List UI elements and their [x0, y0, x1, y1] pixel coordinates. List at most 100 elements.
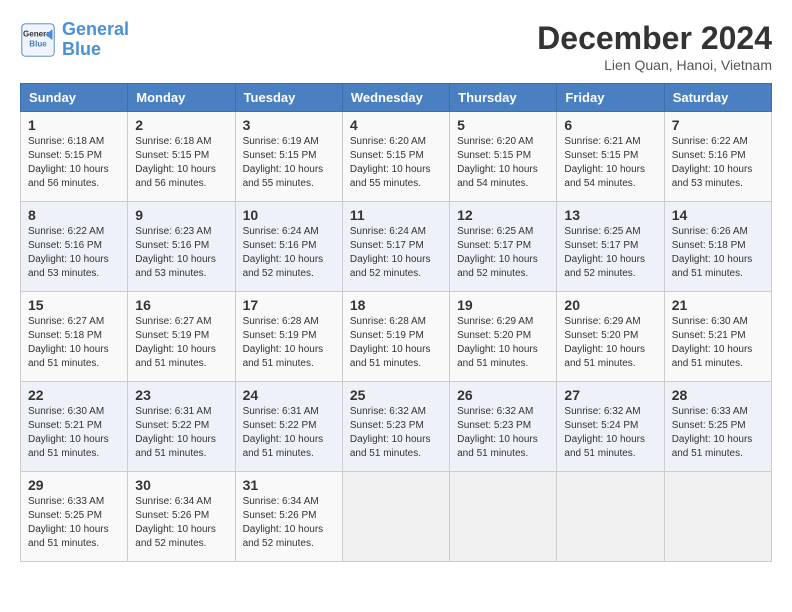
- calendar-day-cell: 13 Sunrise: 6:25 AM Sunset: 5:17 PM Dayli…: [557, 202, 664, 292]
- calendar-day-cell: 14 Sunrise: 6:26 AM Sunset: 5:18 PM Dayli…: [664, 202, 771, 292]
- day-number: 3: [243, 117, 335, 133]
- day-number: 13: [564, 207, 656, 223]
- day-number: 26: [457, 387, 549, 403]
- day-info: Sunrise: 6:20 AM Sunset: 5:15 PM Dayligh…: [457, 135, 549, 191]
- day-number: 31: [243, 477, 335, 493]
- day-number: 27: [564, 387, 656, 403]
- day-number: 21: [672, 297, 764, 313]
- day-number: 11: [350, 207, 442, 223]
- calendar-day-cell: 30 Sunrise: 6:34 AM Sunset: 5:26 PM Dayli…: [128, 472, 235, 562]
- day-number: 16: [135, 297, 227, 313]
- calendar-day-cell: 10 Sunrise: 6:24 AM Sunset: 5:16 PM Dayli…: [235, 202, 342, 292]
- header-saturday: Saturday: [664, 84, 771, 112]
- day-number: 10: [243, 207, 335, 223]
- day-info: Sunrise: 6:29 AM Sunset: 5:20 PM Dayligh…: [457, 315, 549, 371]
- day-number: 6: [564, 117, 656, 133]
- day-info: Sunrise: 6:28 AM Sunset: 5:19 PM Dayligh…: [243, 315, 335, 371]
- calendar-day-cell: 31 Sunrise: 6:34 AM Sunset: 5:26 PM Dayli…: [235, 472, 342, 562]
- calendar-day-cell: 20 Sunrise: 6:29 AM Sunset: 5:20 PM Dayli…: [557, 292, 664, 382]
- day-number: 7: [672, 117, 764, 133]
- logo-text: GeneralBlue: [62, 20, 129, 60]
- day-number: 8: [28, 207, 120, 223]
- calendar-day-cell: 7 Sunrise: 6:22 AM Sunset: 5:16 PM Daylig…: [664, 112, 771, 202]
- day-number: 29: [28, 477, 120, 493]
- page-header: General Blue GeneralBlue December 2024 L…: [20, 20, 772, 73]
- day-info: Sunrise: 6:24 AM Sunset: 5:17 PM Dayligh…: [350, 225, 442, 281]
- day-info: Sunrise: 6:20 AM Sunset: 5:15 PM Dayligh…: [350, 135, 442, 191]
- calendar-day-cell: 12Sunrise: 6:25 AM Sunset: 5:17 PM Dayli…: [450, 202, 557, 292]
- calendar-day-cell: 18Sunrise: 6:28 AM Sunset: 5:19 PM Dayli…: [342, 292, 449, 382]
- day-number: 5: [457, 117, 549, 133]
- header-sunday: Sunday: [21, 84, 128, 112]
- day-info: Sunrise: 6:18 AM Sunset: 5:15 PM Dayligh…: [28, 135, 120, 191]
- day-number: 17: [243, 297, 335, 313]
- day-number: 18: [350, 297, 442, 313]
- day-number: 20: [564, 297, 656, 313]
- calendar-day-cell: 17 Sunrise: 6:28 AM Sunset: 5:19 PM Dayli…: [235, 292, 342, 382]
- day-info: Sunrise: 6:32 AM Sunset: 5:24 PM Dayligh…: [564, 405, 656, 461]
- day-info: Sunrise: 6:25 AM Sunset: 5:17 PM Dayligh…: [457, 225, 549, 281]
- calendar-day-cell: [557, 472, 664, 562]
- day-info: Sunrise: 6:18 AM Sunset: 5:15 PM Dayligh…: [135, 135, 227, 191]
- calendar-day-cell: 1 Sunrise: 6:18 AM Sunset: 5:15 PM Daylig…: [21, 112, 128, 202]
- day-info: Sunrise: 6:27 AM Sunset: 5:19 PM Dayligh…: [135, 315, 227, 371]
- calendar-day-cell: [342, 472, 449, 562]
- day-number: 2: [135, 117, 227, 133]
- calendar-day-cell: 2 Sunrise: 6:18 AM Sunset: 5:15 PM Daylig…: [128, 112, 235, 202]
- logo: General Blue GeneralBlue: [20, 20, 129, 60]
- day-info: Sunrise: 6:31 AM Sunset: 5:22 PM Dayligh…: [243, 405, 335, 461]
- calendar-day-cell: 6 Sunrise: 6:21 AM Sunset: 5:15 PM Daylig…: [557, 112, 664, 202]
- header-wednesday: Wednesday: [342, 84, 449, 112]
- header-tuesday: Tuesday: [235, 84, 342, 112]
- calendar-day-cell: 25 Sunrise: 6:32 AM Sunset: 5:23 PM Dayli…: [342, 382, 449, 472]
- day-number: 22: [28, 387, 120, 403]
- calendar-day-cell: 19Sunrise: 6:29 AM Sunset: 5:20 PM Dayli…: [450, 292, 557, 382]
- calendar-day-cell: 5 Sunrise: 6:20 AM Sunset: 5:15 PM Daylig…: [450, 112, 557, 202]
- calendar-day-cell: 4Sunrise: 6:20 AM Sunset: 5:15 PM Daylig…: [342, 112, 449, 202]
- calendar-week-row: 22Sunrise: 6:30 AM Sunset: 5:21 PM Dayli…: [21, 382, 772, 472]
- header-friday: Friday: [557, 84, 664, 112]
- day-info: Sunrise: 6:23 AM Sunset: 5:16 PM Dayligh…: [135, 225, 227, 281]
- calendar-day-cell: [450, 472, 557, 562]
- logo-icon: General Blue: [20, 22, 56, 58]
- calendar-header-row: Sunday Monday Tuesday Wednesday Thursday…: [21, 84, 772, 112]
- day-info: Sunrise: 6:26 AM Sunset: 5:18 PM Dayligh…: [672, 225, 764, 281]
- day-info: Sunrise: 6:21 AM Sunset: 5:15 PM Dayligh…: [564, 135, 656, 191]
- day-info: Sunrise: 6:22 AM Sunset: 5:16 PM Dayligh…: [28, 225, 120, 281]
- day-number: 1: [28, 117, 120, 133]
- month-title: December 2024: [537, 20, 772, 57]
- day-info: Sunrise: 6:22 AM Sunset: 5:16 PM Dayligh…: [672, 135, 764, 191]
- calendar-day-cell: 11 Sunrise: 6:24 AM Sunset: 5:17 PM Dayli…: [342, 202, 449, 292]
- calendar-day-cell: 3 Sunrise: 6:19 AM Sunset: 5:15 PM Daylig…: [235, 112, 342, 202]
- day-number: 28: [672, 387, 764, 403]
- day-number: 14: [672, 207, 764, 223]
- day-number: 23: [135, 387, 227, 403]
- calendar-week-row: 29Sunrise: 6:33 AM Sunset: 5:25 PM Dayli…: [21, 472, 772, 562]
- day-info: Sunrise: 6:19 AM Sunset: 5:15 PM Dayligh…: [243, 135, 335, 191]
- calendar-day-cell: 9Sunrise: 6:23 AM Sunset: 5:16 PM Daylig…: [128, 202, 235, 292]
- day-info: Sunrise: 6:34 AM Sunset: 5:26 PM Dayligh…: [243, 495, 335, 551]
- day-info: Sunrise: 6:32 AM Sunset: 5:23 PM Dayligh…: [350, 405, 442, 461]
- calendar-day-cell: 26 Sunrise: 6:32 AM Sunset: 5:23 PM Dayli…: [450, 382, 557, 472]
- calendar-day-cell: 15 Sunrise: 6:27 AM Sunset: 5:18 PM Dayli…: [21, 292, 128, 382]
- day-info: Sunrise: 6:34 AM Sunset: 5:26 PM Dayligh…: [135, 495, 227, 551]
- day-info: Sunrise: 6:29 AM Sunset: 5:20 PM Dayligh…: [564, 315, 656, 371]
- day-number: 15: [28, 297, 120, 313]
- title-area: December 2024 Lien Quan, Hanoi, Vietnam: [537, 20, 772, 73]
- calendar-day-cell: 27 Sunrise: 6:32 AM Sunset: 5:24 PM Dayli…: [557, 382, 664, 472]
- svg-text:Blue: Blue: [29, 39, 47, 48]
- header-monday: Monday: [128, 84, 235, 112]
- day-number: 30: [135, 477, 227, 493]
- day-info: Sunrise: 6:24 AM Sunset: 5:16 PM Dayligh…: [243, 225, 335, 281]
- day-info: Sunrise: 6:32 AM Sunset: 5:23 PM Dayligh…: [457, 405, 549, 461]
- calendar-day-cell: 21 Sunrise: 6:30 AM Sunset: 5:21 PM Dayli…: [664, 292, 771, 382]
- day-info: Sunrise: 6:25 AM Sunset: 5:17 PM Dayligh…: [564, 225, 656, 281]
- day-info: Sunrise: 6:27 AM Sunset: 5:18 PM Dayligh…: [28, 315, 120, 371]
- calendar-day-cell: 23Sunrise: 6:31 AM Sunset: 5:22 PM Dayli…: [128, 382, 235, 472]
- header-thursday: Thursday: [450, 84, 557, 112]
- calendar-week-row: 8 Sunrise: 6:22 AM Sunset: 5:16 PM Daylig…: [21, 202, 772, 292]
- calendar-week-row: 15 Sunrise: 6:27 AM Sunset: 5:18 PM Dayli…: [21, 292, 772, 382]
- day-number: 25: [350, 387, 442, 403]
- day-info: Sunrise: 6:30 AM Sunset: 5:21 PM Dayligh…: [672, 315, 764, 371]
- calendar-day-cell: 29Sunrise: 6:33 AM Sunset: 5:25 PM Dayli…: [21, 472, 128, 562]
